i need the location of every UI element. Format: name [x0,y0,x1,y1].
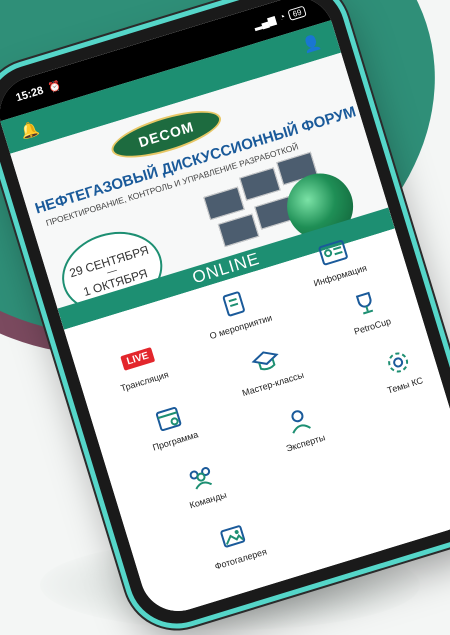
menu-item-program[interactable]: Программа [118,390,223,460]
speaker-photo [239,167,281,201]
menu-item-experts[interactable]: Эксперты [248,392,353,462]
team-icon [182,458,219,495]
phone-body: 15:28 ⏰ ▂▄▆ ◔ 69 🔔 👤 DECOM НЕФТЕГАЗОВЫЙ … [0,0,450,635]
menu-item-teams[interactable]: Команды [151,449,256,519]
photo-gallery-icon [215,517,252,554]
live-badge: LIVE [119,346,156,371]
menu-item-topics[interactable]: Темы КС [348,334,450,404]
speaker-photo [217,213,260,248]
menu-item-gallery[interactable]: Фотогалерея [183,508,288,578]
battery-icon: 69 [287,4,307,21]
phone-mockup: 15:28 ⏰ ▂▄▆ ◔ 69 🔔 👤 DECOM НЕФТЕГАЗОВЫЙ … [0,0,450,635]
expert-icon [280,401,317,438]
menu-item-petrocup[interactable]: PetroCup [315,275,420,345]
calendar-icon [150,399,187,436]
live-icon: LIVE [119,340,156,377]
event-doc-icon [215,285,252,322]
speaker-photo [203,186,245,221]
topics-icon [379,344,416,381]
menu-item-label: Информация [312,262,369,289]
user-icon[interactable]: 👤 [300,32,324,55]
alarm-icon: ⏰ [47,79,63,94]
bell-icon[interactable]: 🔔 [18,119,41,142]
status-indicators: ▂▄▆ ◔ 69 [252,4,307,32]
graduation-cap-icon [247,342,284,379]
wifi-icon: ◔ [277,11,287,24]
phone-screen: 15:28 ⏰ ▂▄▆ ◔ 69 🔔 👤 DECOM НЕФТЕГАЗОВЫЙ … [0,0,450,621]
menu-item-masterclasses[interactable]: Мастер-классы [216,333,321,403]
trophy-icon [347,285,384,322]
menu-item-broadcast[interactable]: LIVE Трансляция [87,330,192,400]
signal-icon: ▂▄▆ [252,14,278,32]
status-time: 15:28 [14,84,45,105]
